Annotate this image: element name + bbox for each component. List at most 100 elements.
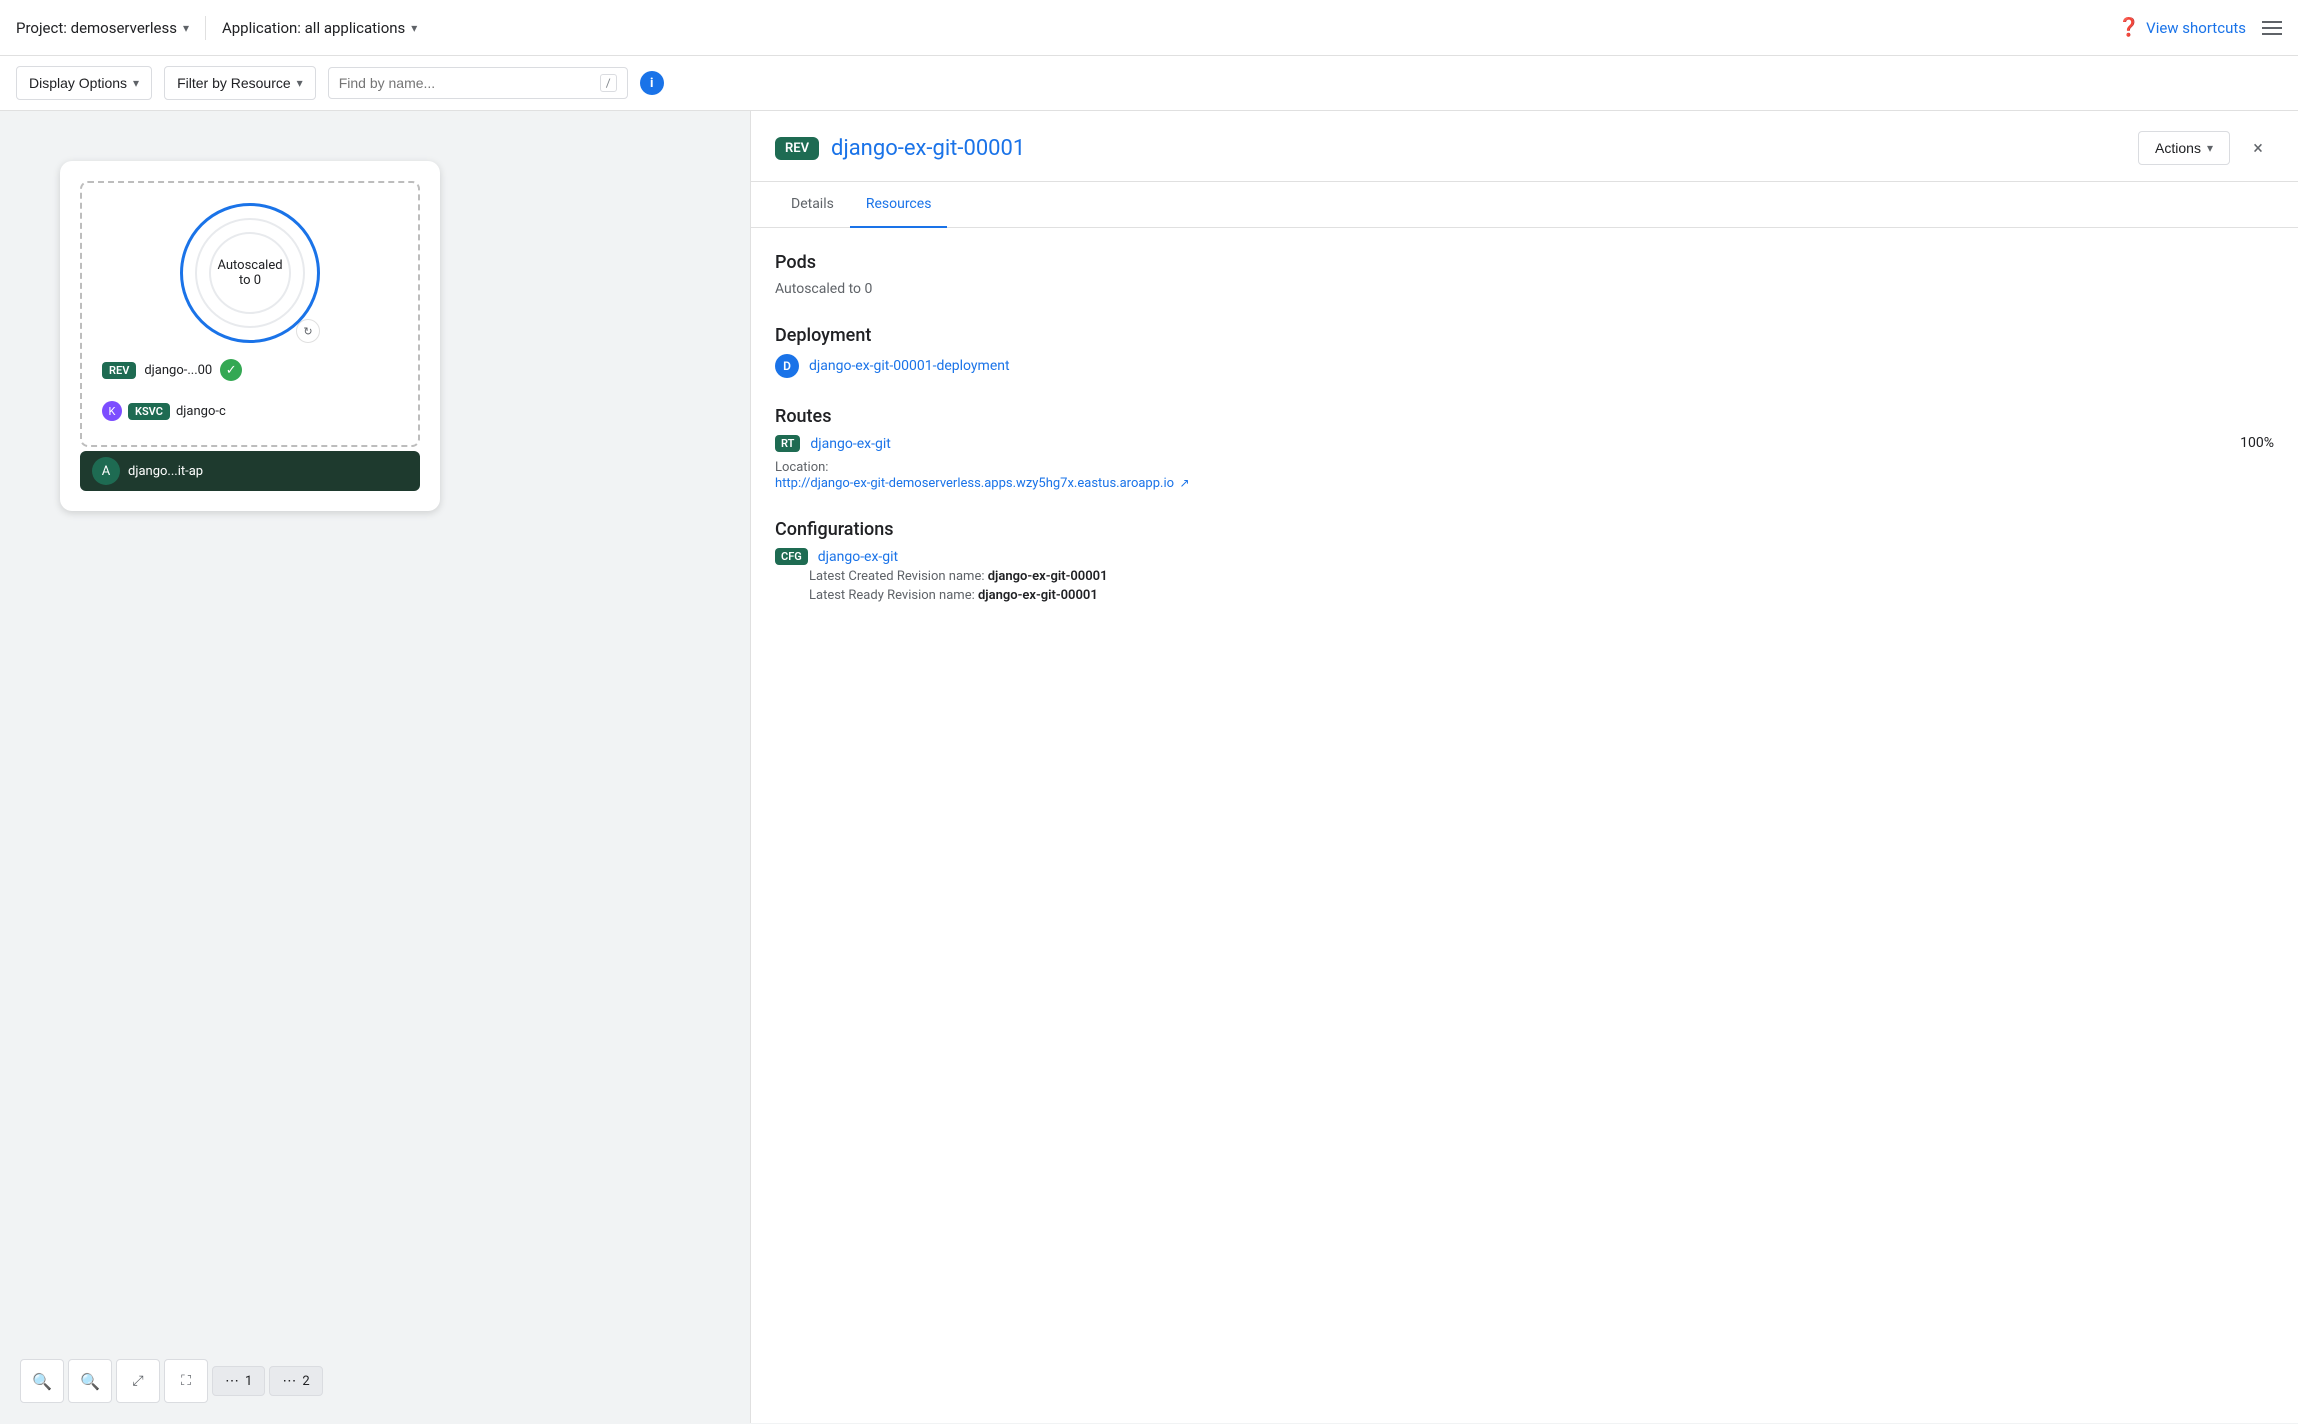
configurations-title: Configurations [775,519,2274,540]
display-options-button[interactable]: Display Options ▾ [16,66,152,100]
expand-button[interactable]: ⛶ [164,1359,208,1403]
right-panel: REV django-ex-git-00001 Actions ▾ × Deta… [750,111,2298,1423]
configurations-section: Configurations CFG django-ex-git Latest … [775,519,2274,603]
route-url-link[interactable]: http://django-ex-git-demoserverless.apps… [775,476,1174,491]
expand-icon: ⛶ [181,1373,191,1389]
network-1-button[interactable]: ⋯ 1 [212,1366,265,1396]
circle-label: Autoscaledto 0 [217,258,282,288]
circle-refresh-icon: ↻ [296,319,320,343]
cfg-latest-ready: Latest Ready Revision name: django-ex-gi… [809,588,2274,603]
tab-details[interactable]: Details [775,182,850,228]
toolbar: Display Options ▾ Filter by Resource ▾ /… [0,56,2298,111]
cfg-resource-item: CFG django-ex-git [775,548,2274,565]
top-bar-divider [205,16,206,40]
panel-rev-badge: REV [775,137,819,160]
network-2-icon: ⋯ [282,1373,296,1389]
ksvc-node-label: django-c [176,404,226,419]
rev-badge: REV [102,362,136,379]
app-node-label: django...it-ap [128,464,203,479]
zoom-in-button[interactable]: 🔍 [20,1359,64,1403]
route-percent: 100% [2240,435,2274,451]
route-row: RT django-ex-git Location: http://django… [775,435,2274,491]
app-node-row: A django...it-ap [80,451,420,491]
top-bar-right: ❓ View shortcuts [2118,17,2282,38]
tab-resources[interactable]: Resources [850,182,948,228]
panel-title-text: django-ex-git-00001 [831,136,1025,161]
fit-icon: ⤢ [132,1373,143,1389]
route-info: RT django-ex-git Location: http://django… [775,435,2240,491]
zoom-in-icon: 🔍 [32,1372,52,1391]
ksvc-badge: KSVC [128,403,170,420]
bottom-toolbar: 🔍 🔍 ⤢ ⛶ ⋯ 1 ⋯ 2 [20,1359,323,1403]
route-link[interactable]: django-ex-git [810,436,890,452]
zoom-out-icon: 🔍 [80,1372,100,1391]
view-shortcuts-link[interactable]: ❓ View shortcuts [2118,17,2246,38]
pods-title: Pods [775,252,2274,273]
cfg-latest-created: Latest Created Revision name: django-ex-… [809,569,2274,584]
filter-by-resource-button[interactable]: Filter by Resource ▾ [164,66,316,100]
info-icon[interactable]: i [640,71,664,95]
circle-container: Autoscaledto 0 ↻ [180,203,320,343]
app-badge: A [92,457,120,485]
top-bar-left: Project: demoserverless ▾ Application: a… [16,16,417,40]
panel-header-actions: Actions ▾ × [2138,131,2274,165]
main-area: Autoscaledto 0 ↻ REV django-...00 ✓ K KS… [0,111,2298,1423]
project-selector[interactable]: Project: demoserverless ▾ [16,19,189,37]
search-input[interactable] [339,75,600,91]
routes-section: Routes RT django-ex-git Location: http:/… [775,406,2274,491]
rt-badge: RT [775,435,800,452]
panel-content: Pods Autoscaled to 0 Deployment D django… [751,228,2298,655]
hamburger-menu-icon[interactable] [2262,21,2282,35]
route-url-container: http://django-ex-git-demoserverless.apps… [775,475,2240,491]
deployment-title: Deployment [775,325,2274,346]
project-chevron-icon: ▾ [183,21,189,35]
check-icon: ✓ [220,359,242,381]
cfg-badge: CFG [775,548,808,565]
node-inner: Autoscaledto 0 ↻ REV django-...00 ✓ K KS… [80,181,420,447]
node-card: Autoscaledto 0 ↻ REV django-...00 ✓ K KS… [60,161,440,511]
actions-button[interactable]: Actions ▾ [2138,131,2230,165]
network-2-label: 2 [302,1374,309,1389]
panel-header: REV django-ex-git-00001 Actions ▾ × [751,111,2298,182]
canvas-area[interactable]: Autoscaledto 0 ↻ REV django-...00 ✓ K KS… [0,111,750,1423]
actions-chevron-icon: ▾ [2207,141,2213,155]
filter-by-resource-label: Filter by Resource [177,75,291,91]
display-options-label: Display Options [29,75,127,91]
deployment-resource-item: D django-ex-git-00001-deployment [775,354,2274,378]
help-circle-icon: ❓ [2118,17,2140,38]
close-button[interactable]: × [2242,132,2274,164]
app-selector[interactable]: Application: all applications ▾ [222,19,417,37]
panel-title-container: REV django-ex-git-00001 [775,136,1025,161]
app-label: Application: all applications [222,19,405,37]
external-link-icon: ↗ [1180,476,1190,490]
network-1-label: 1 [245,1374,252,1389]
actions-label: Actions [2155,140,2201,156]
cfg-link[interactable]: django-ex-git [818,549,898,565]
route-name-item: RT django-ex-git [775,435,2240,452]
search-container: / [328,67,628,99]
filter-chevron-icon: ▾ [297,76,303,90]
route-location: Location: [775,460,2240,475]
ksvc-node-row: K KSVC django-c [102,397,398,425]
network-2-button[interactable]: ⋯ 2 [269,1366,322,1396]
display-options-chevron-icon: ▾ [133,76,139,90]
search-slash: / [600,74,617,92]
network-1-icon: ⋯ [225,1373,239,1389]
cfg-latest-created-value: django-ex-git-00001 [988,569,1108,584]
fit-to-screen-button[interactable]: ⤢ [116,1359,160,1403]
panel-tabs: Details Resources [751,182,2298,228]
cfg-latest-ready-value: django-ex-git-00001 [978,588,1098,603]
pods-section: Pods Autoscaled to 0 [775,252,2274,297]
pods-subtitle: Autoscaled to 0 [775,281,2274,297]
deployment-d-badge: D [775,354,799,378]
k-badge: K [102,401,122,421]
routes-title: Routes [775,406,2274,427]
view-shortcuts-label: View shortcuts [2146,19,2246,37]
close-icon: × [2253,138,2263,159]
deployment-link[interactable]: django-ex-git-00001-deployment [809,358,1010,374]
zoom-out-button[interactable]: 🔍 [68,1359,112,1403]
top-bar: Project: demoserverless ▾ Application: a… [0,0,2298,56]
app-chevron-icon: ▾ [411,21,417,35]
rev-node-label: django-...00 [144,363,212,378]
project-label: Project: demoserverless [16,19,177,37]
